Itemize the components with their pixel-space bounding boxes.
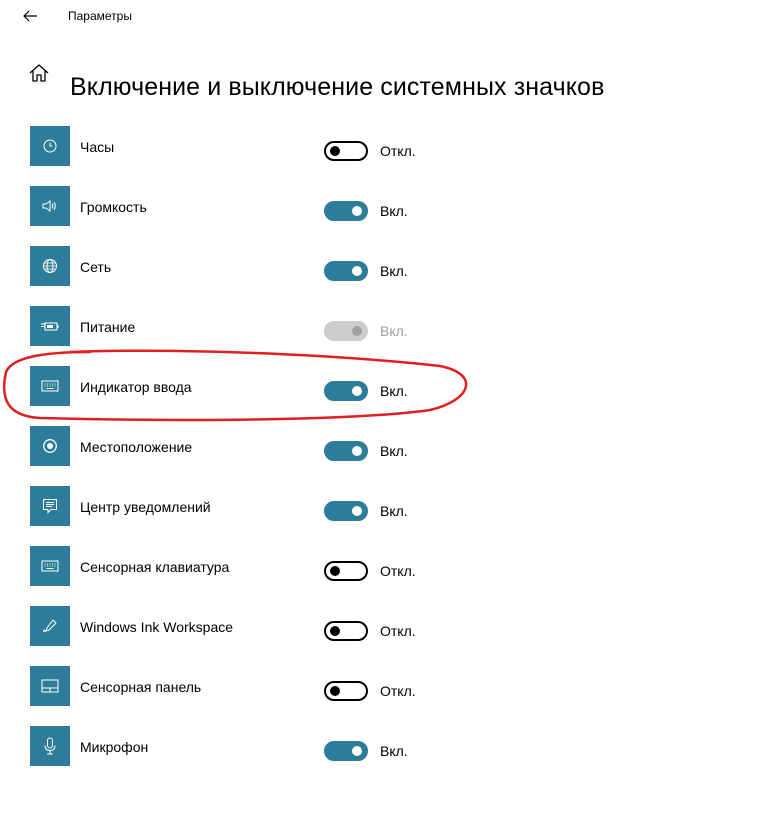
toggle-knob: [330, 626, 340, 636]
location-icon: [43, 439, 57, 453]
home-icon: [29, 64, 49, 82]
setting-label: Местоположение: [80, 439, 193, 455]
clock-toggle[interactable]: [324, 141, 368, 161]
location-toggle[interactable]: [324, 441, 368, 461]
toggle-knob: [330, 566, 340, 576]
setting-row-input-indicator: Индикатор ввода Вкл.: [0, 363, 775, 409]
location-tile: [30, 426, 70, 466]
toggle-knob: [352, 386, 362, 396]
toggle-knob: [330, 146, 340, 156]
setting-row-windows-ink: Windows Ink Workspace Откл.: [0, 603, 775, 649]
toggle-state-label: Вкл.: [380, 263, 408, 279]
volume-tile: [30, 186, 70, 226]
setting-row-location: Местоположение Вкл.: [0, 423, 775, 469]
input-indicator-tile: [30, 366, 70, 406]
toggle-state-label: Вкл.: [380, 743, 408, 759]
setting-row-touch-keyboard: Сенсорная клавиатура Откл.: [0, 543, 775, 589]
touchpad-tile: [30, 666, 70, 706]
notification-icon: [43, 499, 57, 514]
setting-label: Питание: [80, 319, 136, 335]
notification-center-tile: [30, 486, 70, 526]
back-button[interactable]: [18, 6, 42, 26]
back-arrow-icon: [23, 10, 37, 22]
setting-row-network: Сеть Вкл.: [0, 243, 775, 289]
toggle-knob: [352, 746, 362, 756]
input-indicator-toggle[interactable]: [324, 381, 368, 401]
setting-row-volume: Громкость Вкл.: [0, 183, 775, 229]
toggle-knob: [352, 326, 362, 336]
toggle-knob: [352, 266, 362, 276]
volume-toggle[interactable]: [324, 201, 368, 221]
setting-label: Микрофон: [80, 739, 149, 755]
toggle-state-label: Вкл.: [380, 383, 408, 399]
toggle-state-label: Вкл.: [380, 323, 408, 339]
touch-keyboard-tile: [30, 546, 70, 586]
toggle-knob: [330, 686, 340, 696]
microphone-icon: [44, 737, 56, 755]
setting-label: Громкость: [80, 199, 147, 215]
touch-keyboard-toggle[interactable]: [324, 561, 368, 581]
power-tile: [30, 306, 70, 346]
home-button[interactable]: [28, 62, 50, 84]
microphone-tile: [30, 726, 70, 766]
setting-label: Сеть: [80, 259, 112, 275]
keyboard-icon: [41, 380, 59, 392]
toggle-knob: [352, 206, 362, 216]
windows-ink-toggle[interactable]: [324, 621, 368, 641]
clock-icon: [43, 139, 57, 153]
globe-icon: [43, 259, 57, 273]
setting-label: Windows Ink Workspace: [80, 619, 234, 635]
keyboard-icon: [41, 560, 59, 572]
toggle-state-label: Вкл.: [380, 503, 408, 519]
battery-plug-icon: [41, 322, 59, 331]
setting-label: Индикатор ввода: [80, 379, 192, 395]
touchpad-icon: [41, 679, 59, 693]
setting-label: Сенсорная панель: [80, 679, 202, 695]
toggle-state-label: Вкл.: [380, 443, 408, 459]
setting-row-touchpad: Сенсорная панель Откл.: [0, 663, 775, 709]
title-bar: Параметры: [0, 0, 775, 34]
touchpad-toggle[interactable]: [324, 681, 368, 701]
setting-label: Сенсорная клавиатура: [80, 559, 230, 575]
clock-tile: [30, 126, 70, 166]
network-tile: [30, 246, 70, 286]
toggle-state-label: Откл.: [380, 623, 416, 639]
setting-row-clock: Часы Откл.: [0, 123, 775, 169]
volume-icon: [42, 200, 56, 212]
setting-row-notification-center: Центр уведомлений Вкл.: [0, 483, 775, 529]
toggle-state-label: Откл.: [380, 563, 416, 579]
pen-icon: [43, 619, 57, 633]
toggle-knob: [352, 506, 362, 516]
setting-label: Центр уведомлений: [80, 499, 211, 515]
setting-row-power: Питание Вкл.: [0, 303, 775, 349]
page-title: Включение и выключение системных значков: [70, 72, 605, 101]
notification-center-toggle[interactable]: [324, 501, 368, 521]
network-toggle[interactable]: [324, 261, 368, 281]
power-toggle: [324, 321, 368, 341]
toggle-state-label: Вкл.: [380, 203, 408, 219]
app-title: Параметры: [68, 9, 132, 23]
windows-ink-tile: [30, 606, 70, 646]
toggle-knob: [352, 446, 362, 456]
setting-row-microphone: Микрофон Вкл.: [0, 723, 775, 769]
toggle-state-label: Откл.: [380, 143, 416, 159]
toggle-state-label: Откл.: [380, 683, 416, 699]
microphone-toggle[interactable]: [324, 741, 368, 761]
setting-label: Часы: [80, 139, 115, 155]
